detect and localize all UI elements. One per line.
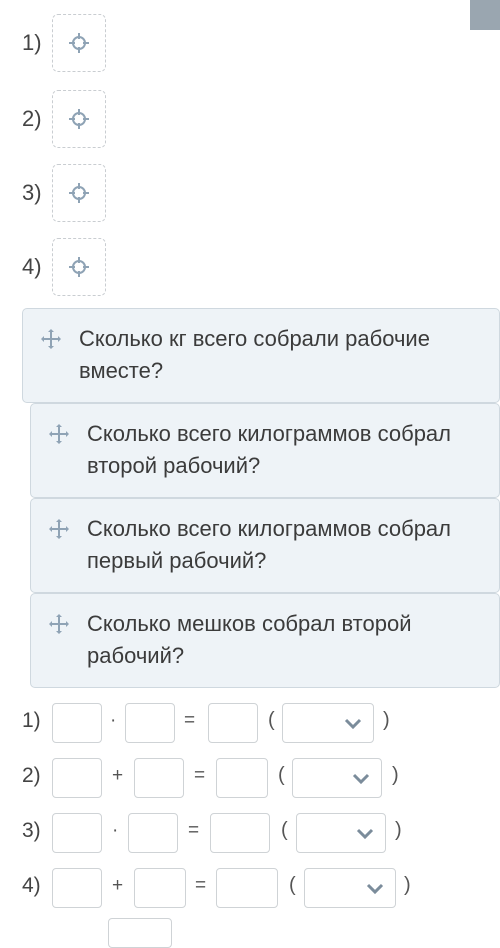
move-icon	[49, 614, 69, 634]
chevron-down-icon	[366, 883, 384, 895]
equation-number: 2)	[22, 764, 41, 787]
draggable-card[interactable]: Сколько всего килограммов собрал первый …	[30, 498, 500, 593]
drop-slot-row-2: 2)	[22, 88, 106, 150]
card-text: Сколько кг всего собрали рабочие вместе?	[79, 326, 430, 383]
corner-tab[interactable]	[470, 0, 500, 30]
operator: ·	[110, 710, 117, 731]
slot-number: 4)	[22, 254, 42, 279]
crosshair-icon	[69, 257, 89, 277]
equals-sign: =	[195, 875, 207, 896]
equals-sign: =	[194, 765, 206, 786]
equation-row-2: 2) + = ( )	[0, 756, 500, 800]
drop-slot[interactable]	[52, 90, 106, 148]
answer-input[interactable]	[108, 918, 172, 948]
operand-input[interactable]	[128, 813, 178, 853]
equals-sign: =	[188, 820, 200, 841]
draggable-card[interactable]: Сколько мешков собрал второй рабочий?	[30, 593, 500, 688]
unit-select[interactable]	[304, 868, 396, 908]
draggable-card[interactable]: Сколько всего килограммов собрал второй …	[30, 403, 500, 498]
open-paren: (	[289, 874, 296, 896]
card-text: Сколько мешков собрал второй рабочий?	[87, 611, 412, 668]
drop-slot-row-4: 4)	[22, 236, 106, 298]
close-paren: )	[404, 874, 411, 896]
unit-select[interactable]	[282, 703, 374, 743]
chevron-down-icon	[344, 718, 362, 730]
unit-select[interactable]	[292, 758, 382, 798]
operand-input[interactable]	[125, 703, 175, 743]
slot-number: 1)	[22, 30, 42, 55]
equation-row-3: 3) · = ( )	[0, 811, 500, 855]
open-paren: (	[278, 764, 285, 786]
operator: +	[112, 765, 124, 786]
equals-sign: =	[184, 710, 196, 731]
chevron-down-icon	[352, 773, 370, 785]
close-paren: )	[383, 709, 390, 731]
close-paren: )	[395, 819, 402, 841]
close-paren: )	[392, 764, 399, 786]
result-input[interactable]	[216, 758, 268, 798]
crosshair-icon	[69, 33, 89, 53]
open-paren: (	[281, 819, 288, 841]
drop-slot-row-1: 1)	[22, 12, 106, 74]
result-input[interactable]	[208, 703, 258, 743]
equation-row-1: 1) · = ( )	[0, 701, 500, 745]
unit-select[interactable]	[296, 813, 386, 853]
crosshair-icon	[69, 109, 89, 129]
move-icon	[41, 329, 61, 349]
result-input[interactable]	[216, 868, 278, 908]
operand-input[interactable]	[134, 758, 184, 798]
crosshair-icon	[69, 183, 89, 203]
drop-slot[interactable]	[52, 164, 106, 222]
operand-input[interactable]	[52, 758, 102, 798]
draggable-card[interactable]: Сколько кг всего собрали рабочие вместе?	[22, 308, 500, 403]
equation-row-4: 4) + = ( )	[0, 866, 500, 910]
operand-input[interactable]	[52, 703, 102, 743]
equation-number: 1)	[22, 709, 41, 732]
slot-number: 3)	[22, 180, 42, 205]
operand-input[interactable]	[52, 868, 102, 908]
equation-number: 3)	[22, 819, 41, 842]
drop-slot[interactable]	[52, 14, 106, 72]
drop-slot-row-3: 3)	[22, 162, 106, 224]
operator: +	[112, 875, 124, 896]
drop-slot[interactable]	[52, 238, 106, 296]
open-paren: (	[268, 709, 275, 731]
slot-number: 2)	[22, 106, 42, 131]
chevron-down-icon	[356, 828, 374, 840]
result-input[interactable]	[210, 813, 270, 853]
operand-input[interactable]	[134, 868, 186, 908]
operator: ·	[112, 820, 119, 841]
card-text: Сколько всего килограммов собрал первый …	[87, 516, 451, 573]
equation-number: 4)	[22, 874, 41, 897]
move-icon	[49, 519, 69, 539]
operand-input[interactable]	[52, 813, 102, 853]
move-icon	[49, 424, 69, 444]
card-text: Сколько всего килограммов собрал второй …	[87, 421, 451, 478]
